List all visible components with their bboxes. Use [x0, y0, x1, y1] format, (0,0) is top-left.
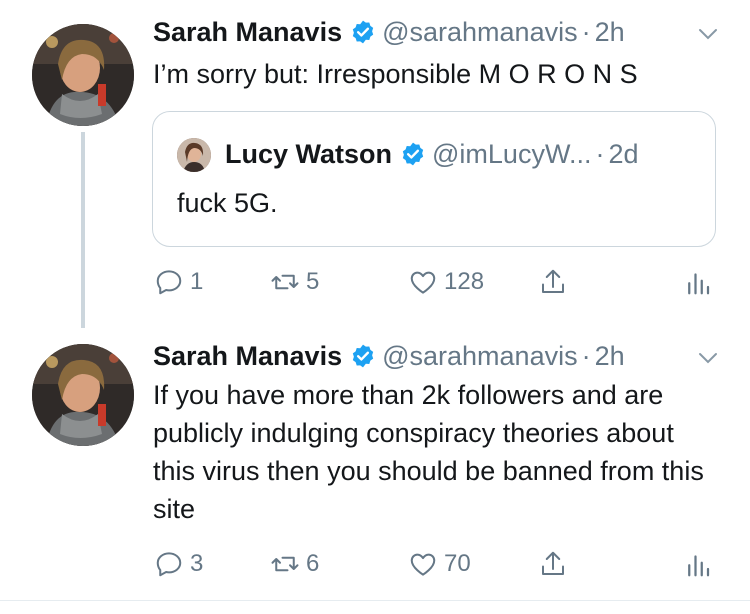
quote-author-handle[interactable]: @imLucyW... [432, 139, 591, 170]
quoted-tweet[interactable]: Lucy Watson @imLucyW... · 2d fuck 5G. [152, 111, 716, 247]
chevron-down-icon[interactable] [696, 346, 720, 370]
retweet-icon [271, 274, 299, 290]
heart-icon [410, 553, 436, 576]
retweet-icon [271, 556, 299, 572]
analytics-button[interactable] [683, 544, 713, 584]
separator-dot: · [581, 16, 591, 47]
share-icon [542, 551, 564, 575]
retweet-count: 6 [306, 550, 320, 577]
separator-dot: · [595, 138, 605, 169]
timestamp[interactable]: 2h [595, 341, 625, 372]
tweet-text: I’m sorry but: Irresponsible M O R O N S [153, 59, 638, 89]
separator-dot: · [581, 340, 591, 371]
chevron-down-icon[interactable] [696, 22, 720, 46]
verified-badge-icon [350, 19, 376, 45]
reply-count: 3 [190, 550, 204, 577]
quote-avatar[interactable] [177, 138, 211, 172]
like-count: 128 [444, 268, 485, 295]
verified-badge-icon [350, 343, 376, 369]
tweet-actions: 3 6 70 [150, 544, 720, 584]
quote-author-name[interactable]: Lucy Watson [225, 139, 392, 170]
like-button[interactable]: 128 [408, 262, 484, 302]
author-name[interactable]: Sarah Manavis [153, 341, 342, 372]
analytics-icon [688, 273, 710, 295]
share-button[interactable] [538, 544, 568, 584]
divider [0, 600, 750, 601]
avatar-image [32, 24, 134, 126]
reply-icon [156, 270, 182, 295]
reply-count: 1 [190, 268, 204, 295]
avatar-image [32, 344, 134, 446]
reply-icon [156, 552, 182, 577]
author-handle[interactable]: @sarahmanavis [382, 17, 578, 48]
analytics-button[interactable] [683, 262, 713, 302]
share-button[interactable] [538, 262, 568, 302]
tweet-header: Sarah Manavis @sarahmanavis · 2h [153, 336, 625, 376]
quote-timestamp[interactable]: 2d [608, 139, 638, 170]
like-count: 70 [444, 550, 471, 577]
heart-icon [410, 271, 436, 294]
reply-button[interactable]: 3 [154, 544, 203, 584]
reply-button[interactable]: 1 [154, 262, 203, 302]
thread-line [81, 132, 85, 328]
avatar[interactable] [32, 24, 134, 126]
retweet-button[interactable]: 5 [270, 262, 319, 302]
tweet-header: Sarah Manavis @sarahmanavis · 2h [153, 12, 625, 52]
quote-header: Lucy Watson @imLucyW... · 2d [225, 134, 639, 174]
retweet-button[interactable]: 6 [270, 544, 319, 584]
tweet-actions: 1 5 128 [150, 262, 720, 302]
share-icon [542, 269, 564, 293]
author-handle[interactable]: @sarahmanavis [382, 341, 578, 372]
avatar[interactable] [32, 344, 134, 446]
like-button[interactable]: 70 [408, 544, 471, 584]
quote-text: fuck 5G. [177, 188, 278, 218]
timestamp[interactable]: 2h [595, 17, 625, 48]
analytics-icon [688, 555, 710, 577]
tweet-text: If you have more than 2k followers and a… [153, 380, 704, 524]
author-name[interactable]: Sarah Manavis [153, 17, 342, 48]
retweet-count: 5 [306, 268, 320, 295]
verified-badge-icon [400, 141, 426, 167]
